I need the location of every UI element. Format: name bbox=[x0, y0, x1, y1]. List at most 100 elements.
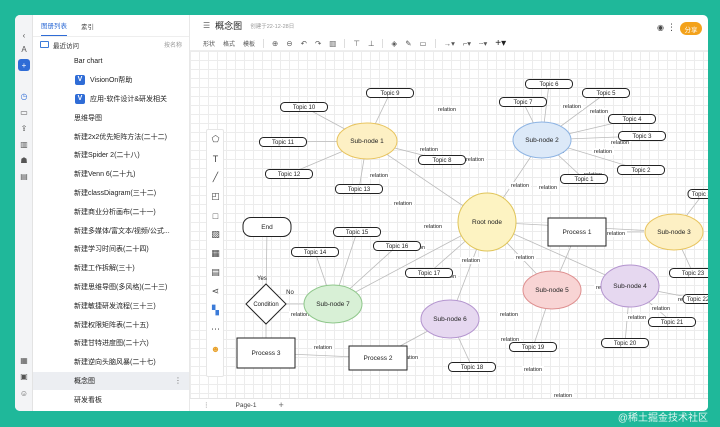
file-list-item[interactable]: 新建2x2优先矩阵方法(二十二) bbox=[33, 127, 189, 146]
relation-label: relation bbox=[420, 147, 438, 153]
process-node-label: Process 1 bbox=[563, 229, 592, 236]
zoom-out-icon[interactable]: ⊖ bbox=[286, 39, 292, 48]
recent-folder-row[interactable]: 最近访问 按名称 bbox=[33, 37, 189, 52]
user-icon[interactable]: ☺ bbox=[18, 387, 30, 399]
page-tab[interactable]: Page-1 bbox=[236, 402, 257, 409]
condition-node-label: Condition bbox=[253, 302, 278, 308]
folder-icon[interactable]: ▭ bbox=[18, 106, 30, 118]
clipboard-icon[interactable]: ▤ bbox=[18, 170, 30, 182]
file-list-item[interactable]: 新建学习时间表(二十四) bbox=[33, 240, 189, 259]
layout-icon[interactable]: ▚ bbox=[210, 305, 221, 316]
rectangle-icon[interactable]: □ bbox=[210, 210, 221, 221]
layout-icon[interactable]: ▣ bbox=[18, 370, 30, 382]
align-icon[interactable]: ⊤ bbox=[353, 39, 360, 48]
file-list-label: Bar chart bbox=[74, 57, 103, 65]
doc-title[interactable]: 概念图 bbox=[215, 19, 242, 32]
share-button[interactable]: 分享 bbox=[680, 22, 702, 35]
undo-icon[interactable]: ↶ bbox=[301, 39, 307, 48]
title-bar: ☰ 概念图 创建于22-12-28日 bbox=[190, 15, 708, 36]
relation-label: relation bbox=[594, 149, 612, 155]
line-icon[interactable]: ╱ bbox=[210, 172, 221, 183]
file-list-item[interactable]: 新建权限矩阵表(二十五) bbox=[33, 315, 189, 334]
line-style-icon[interactable]: ┄▾ bbox=[479, 39, 487, 48]
file-list-item[interactable]: 新建甘特进度图(二十六) bbox=[33, 334, 189, 353]
topic-node-label: Topic 12 bbox=[278, 172, 301, 178]
insert-icon[interactable]: +▾ bbox=[495, 38, 506, 49]
font-icon[interactable]: A bbox=[18, 43, 30, 55]
topic-node-label: Topic 2 bbox=[631, 168, 651, 174]
recent-icon[interactable]: ◷ bbox=[18, 90, 30, 102]
file-list-label: 新建商业分析画布(二十一) bbox=[74, 208, 156, 216]
file-list-item[interactable]: 新建逆向头脑风暴(二十七) bbox=[33, 353, 189, 372]
menu-shape[interactable]: 形状 bbox=[203, 39, 215, 48]
add-page-icon[interactable]: + bbox=[278, 400, 283, 410]
fill-icon[interactable]: ◈ bbox=[391, 39, 397, 48]
file-list-label: 新建权限矩阵表(二十五) bbox=[74, 321, 149, 329]
file-list-item[interactable]: 思维导图 bbox=[33, 108, 189, 127]
redo-icon[interactable]: ↷ bbox=[315, 39, 321, 48]
file-list-item[interactable]: 新建Venn 6(二十九) bbox=[33, 165, 189, 184]
file-list-item[interactable]: Bar chart bbox=[33, 52, 189, 71]
file-list-item[interactable]: V VisionOn帮助 bbox=[33, 71, 189, 90]
file-list-item[interactable]: 新建多媒体/富文本/视频/公式... bbox=[33, 221, 189, 240]
sub-node-label: Sub-node 1 bbox=[350, 138, 384, 145]
preview-icon[interactable]: ◉ bbox=[657, 23, 664, 32]
image-icon[interactable]: ▨ bbox=[210, 229, 221, 240]
file-list-label: 新建Venn 6(二十九) bbox=[74, 171, 136, 179]
emoji-icon[interactable]: ☻ bbox=[210, 343, 221, 354]
shadow-icon[interactable]: ▭ bbox=[420, 39, 427, 48]
watermark: @稀土掘金技术社区 bbox=[617, 413, 708, 424]
grid-icon[interactable]: ▤ bbox=[210, 267, 221, 278]
file-list-item[interactable]: 新建敏捷研发流程(三十三) bbox=[33, 296, 189, 315]
tab-diagram-list[interactable]: 图册列表 bbox=[41, 20, 67, 36]
more-shapes-icon[interactable]: ⋯ bbox=[210, 324, 221, 335]
pages-menu-icon[interactable]: ⋮ bbox=[203, 401, 210, 409]
relation-label: relation bbox=[628, 315, 646, 321]
topic-node-label: Topic 10 bbox=[293, 105, 316, 111]
file-list-item[interactable]: 新建工作拆解(三十) bbox=[33, 259, 189, 278]
item-more-icon[interactable]: ⋮ bbox=[174, 376, 182, 385]
sort-button[interactable]: 按名称 bbox=[164, 40, 182, 49]
share-folder-icon[interactable]: ⇪ bbox=[18, 122, 30, 134]
distribute-icon[interactable]: ⊥ bbox=[368, 39, 375, 48]
sub-node-label: Sub-node 6 bbox=[433, 316, 467, 323]
add-icon[interactable]: + bbox=[18, 59, 30, 71]
table-icon[interactable]: ▦ bbox=[210, 248, 221, 259]
menu-template[interactable]: 模板 bbox=[243, 39, 255, 48]
zoom-in-icon[interactable]: ⊕ bbox=[272, 39, 278, 48]
topic-node-label: Topic 15 bbox=[346, 230, 369, 236]
topic-node-label: Topic 20 bbox=[614, 341, 637, 347]
file-list-label: 新建classDiagram(三十二) bbox=[74, 189, 157, 197]
delete-icon[interactable]: ▥ bbox=[329, 39, 336, 48]
relation-label: relation bbox=[500, 312, 518, 318]
file-list-item[interactable]: 新建classDiagram(三十二) bbox=[33, 184, 189, 203]
more-icon[interactable]: ⋮ bbox=[667, 22, 676, 33]
trash-icon[interactable]: ▥ bbox=[18, 138, 30, 150]
file-list-item[interactable]: 新建Spider 2(二十八) bbox=[33, 146, 189, 165]
menu-icon[interactable]: ☰ bbox=[203, 21, 210, 30]
file-list-item[interactable]: 概念图 ⋮ bbox=[33, 371, 189, 391]
team-icon[interactable]: ☗ bbox=[18, 154, 30, 166]
root-node-label: Root node bbox=[472, 219, 502, 226]
menu-format[interactable]: 格式 bbox=[223, 39, 235, 48]
file-list-item[interactable]: 研发看板 bbox=[33, 390, 189, 409]
shapes-icon[interactable]: ⬠ bbox=[210, 134, 221, 145]
relation-label: relation bbox=[438, 107, 456, 113]
panel-icon[interactable]: ▦ bbox=[18, 354, 30, 366]
file-list-item[interactable]: 新建商业分析画布(二十一) bbox=[33, 202, 189, 221]
file-list-item[interactable]: 新建思维导图(多风格)(二十三) bbox=[33, 278, 189, 297]
line-color-icon[interactable]: ✎ bbox=[405, 39, 411, 48]
tab-index[interactable]: 素引 bbox=[81, 21, 94, 36]
folder-label: 最近访问 bbox=[53, 42, 79, 50]
file-list-item[interactable]: V 应用-软件设计&研发相关 bbox=[33, 90, 189, 109]
collapse-icon[interactable]: ‹ bbox=[18, 29, 30, 41]
connector-icon[interactable]: →▾ bbox=[444, 39, 455, 48]
waypoint-icon[interactable]: ⌐▾ bbox=[463, 39, 471, 48]
topic-node-label: Topic 16 bbox=[386, 244, 409, 250]
note-icon[interactable]: ◰ bbox=[210, 191, 221, 202]
diagram-canvas[interactable]: relation relation relation relation relation… bbox=[190, 51, 708, 398]
text-icon[interactable]: T bbox=[210, 153, 221, 164]
topic-node-label: Topic 3 bbox=[632, 134, 652, 140]
mindmap-icon[interactable]: ⋖ bbox=[210, 286, 221, 297]
divider bbox=[344, 38, 346, 48]
